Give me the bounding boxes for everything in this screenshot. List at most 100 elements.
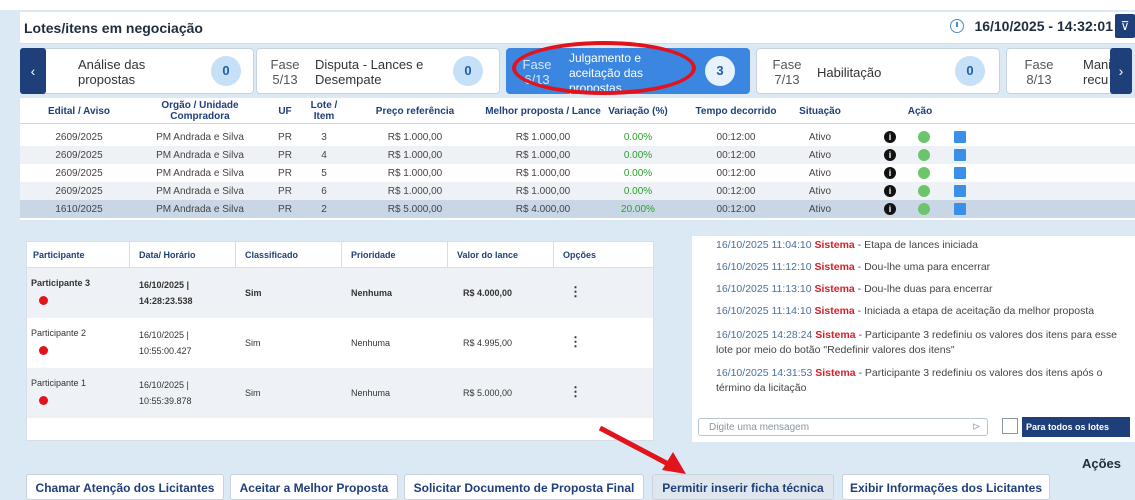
bid-time: 10:55:39.878 (139, 396, 192, 406)
info-icon[interactable]: i (884, 131, 896, 143)
table-cell: R$ 1.000,00 (515, 150, 571, 161)
message-timestamp: 16/10/2025 11:04:10 (716, 239, 812, 251)
bid-row[interactable]: Participante 2 16/10/2025 | 10:55:00.427 Si… (27, 318, 653, 368)
message-input[interactable]: Digite uma mensagem ⊳ (698, 418, 988, 436)
col-header: Opções (563, 250, 597, 260)
table-row[interactable]: 1610/2025 PM Andrada e Silva PR 2 R$ 5.000,0… (20, 200, 1135, 218)
table-cell: Ativo (808, 204, 832, 215)
call-attention-button[interactable]: Chamar Atenção dos Licitantes (26, 474, 224, 500)
phase-name: Habilitação (817, 65, 882, 80)
clock-status-icon[interactable] (918, 131, 930, 143)
accept-best-proposal-button[interactable]: Aceitar a Melhor Proposta (230, 474, 398, 500)
info-icon[interactable]: i (884, 149, 896, 161)
table-cell: PM Andrada e Silva (156, 186, 244, 197)
table-row[interactable]: 2609/2025 PM Andrada e Silva PR 6 R$ 1.000,0… (20, 182, 1135, 200)
table-cell: Ativo (808, 168, 832, 179)
bid-date: 16/10/2025 | (139, 330, 189, 340)
phase-count: 0 (955, 56, 985, 86)
options-icon[interactable]: ⋮ (569, 384, 582, 400)
phase-card-5[interactable]: Fase 5/13 Disputa - Lances e Desempate 0 (256, 48, 500, 94)
chat-message: 16/10/2025 11:12:10 Sistema - Dou-lhe um… (716, 260, 1126, 275)
participant-name: Participante 3 (31, 278, 91, 288)
message-sender: Sistema (814, 261, 855, 273)
col-header: Lote / Item (310, 100, 338, 122)
table-row[interactable]: 2609/2025 PM Andrada e Silva PR 4 R$ 1.000,0… (20, 146, 1135, 164)
lots-table: Edital / Aviso Orgão / Unidade Comprador… (20, 98, 1135, 220)
info-icon[interactable]: i (884, 203, 896, 215)
actions-title: Ações (1081, 456, 1121, 471)
message-text: - Dou-lhe uma para encerrar (854, 261, 991, 273)
chat-message: 16/10/2025 11:13:10 Sistema - Dou-lhe du… (716, 282, 1126, 297)
phase-name: Disputa - Lances e Desempate (315, 57, 424, 87)
message-timestamp: 16/10/2025 14:31:53 (716, 367, 813, 379)
col-header: Variação (%) (608, 106, 668, 117)
col-header: Prioridade (351, 250, 396, 260)
prev-phase-button[interactable]: ‹ (20, 48, 46, 94)
chat-message: 16/10/2025 11:04:10 Sistema - Etapa de l… (716, 238, 1126, 253)
table-cell: 00:12:00 (716, 186, 756, 197)
bid-priority: Nenhuma (351, 338, 391, 348)
phase-label: Fase 5/13 (270, 57, 300, 87)
table-cell: R$ 1.000,00 (387, 132, 443, 143)
table-cell: PR (278, 150, 292, 161)
lots-table-header: Edital / Aviso Orgão / Unidade Comprador… (20, 98, 1135, 124)
status-dot-icon (39, 346, 48, 355)
all-lots-checkbox[interactable] (1002, 418, 1018, 434)
clock-status-icon[interactable] (918, 149, 930, 161)
table-cell: PR (278, 204, 292, 215)
bid-row[interactable]: Participante 3 16/10/2025 | 14:28:23.538 Si… (27, 268, 653, 318)
phase-card-7[interactable]: Fase 7/13 Habilitação 0 (756, 48, 1000, 94)
table-cell: R$ 1.000,00 (515, 132, 571, 143)
message-sender: Sistema (815, 367, 856, 379)
action-square-icon[interactable] (954, 203, 966, 215)
table-row[interactable]: 2609/2025 PM Andrada e Silva PR 3 R$ 1.000,0… (20, 128, 1135, 146)
bid-value: R$ 5.000,00 (463, 388, 513, 398)
chat-panel: 16/10/2025 11:04:10 Sistema - Etapa de l… (692, 236, 1135, 442)
message-text: - Etapa de lances iniciada (854, 239, 978, 251)
col-header: Valor do lance (457, 250, 519, 260)
action-square-icon[interactable] (954, 131, 966, 143)
table-cell: 3 (321, 132, 327, 143)
table-cell: PM Andrada e Silva (156, 168, 244, 179)
table-cell: PM Andrada e Silva (156, 204, 244, 215)
bid-value: R$ 4.995,00 (463, 338, 513, 348)
clock-status-icon[interactable] (918, 185, 930, 197)
action-square-icon[interactable] (954, 149, 966, 161)
options-icon[interactable]: ⋮ (569, 334, 582, 350)
table-cell: 0.00% (623, 150, 653, 161)
next-phase-button[interactable]: › (1110, 48, 1132, 94)
options-icon[interactable]: ⋮ (569, 284, 582, 300)
top-strip (0, 0, 1135, 10)
table-row[interactable]: 2609/2025 PM Andrada e Silva PR 5 R$ 1.000,0… (20, 164, 1135, 182)
show-bidders-info-button[interactable]: Exibir Informações dos Licitantes (842, 474, 1050, 500)
table-cell: R$ 1.000,00 (515, 168, 571, 179)
bid-priority: Nenhuma (351, 288, 393, 298)
message-sender: Sistema (814, 305, 855, 317)
phase-card-4[interactable]: Análise das propostas 0 (32, 48, 254, 94)
info-icon[interactable]: i (884, 185, 896, 197)
bid-date: 16/10/2025 | (139, 280, 190, 290)
action-square-icon[interactable] (954, 185, 966, 197)
send-icon[interactable]: ⊳ (972, 420, 981, 433)
action-square-icon[interactable] (954, 167, 966, 179)
col-header: Participante (33, 250, 85, 260)
info-icon[interactable]: i (884, 167, 896, 179)
clock-status-icon[interactable] (918, 167, 930, 179)
funnel-icon[interactable]: ⊽ (1115, 14, 1135, 38)
clock-status-icon[interactable] (918, 203, 930, 215)
col-header: Edital / Aviso (47, 106, 111, 117)
table-cell: 6 (321, 186, 327, 197)
phase-count: 0 (211, 56, 241, 86)
table-cell: 2609/2025 (55, 186, 103, 197)
allow-tech-sheet-button[interactable]: Permitir inserir ficha técnica (652, 474, 834, 500)
table-cell: PM Andrada e Silva (156, 132, 244, 143)
participant-name: Participante 1 (31, 378, 87, 388)
bid-row[interactable]: Participante 1 16/10/2025 | 10:55:39.878 Si… (27, 368, 653, 418)
header: Lotes/itens em negociação 16/10/2025 - 1… (20, 12, 1135, 44)
table-cell: 00:12:00 (716, 204, 756, 215)
request-final-proposal-button[interactable]: Solicitar Documento de Proposta Final (404, 474, 644, 500)
table-cell: R$ 1.000,00 (515, 186, 571, 197)
col-header: Orgão / Unidade Compradora (161, 100, 239, 122)
table-cell: 00:12:00 (716, 168, 756, 179)
table-cell: 1610/2025 (55, 204, 103, 215)
